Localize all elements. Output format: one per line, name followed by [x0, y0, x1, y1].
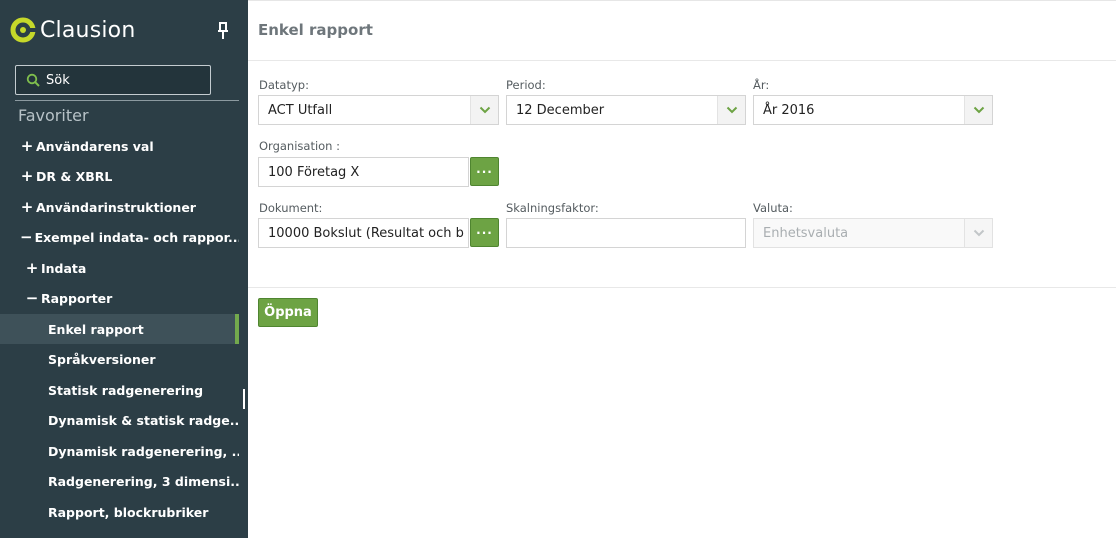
- sidebar-item-sprakversioner[interactable]: Språkversioner: [0, 344, 239, 374]
- header-divider: [248, 60, 1116, 61]
- chevron-down-icon: [964, 219, 992, 247]
- dokument-lookup-button[interactable]: ···: [470, 218, 499, 247]
- main-content: Enkel rapport Datatyp: ACT Utfall Period…: [248, 0, 1116, 538]
- chevron-down-icon[interactable]: [964, 96, 992, 124]
- sidebar-item-label: Språkversioner: [48, 351, 156, 367]
- sidebar-item-label: DR & XBRL: [36, 168, 113, 184]
- sidebar-item-label: Dynamisk & statisk radge...: [48, 412, 239, 428]
- search-box: [15, 65, 211, 95]
- ar-select[interactable]: År 2016: [753, 95, 993, 125]
- sidebar-item-label: Exempel indata- och rappor...: [34, 229, 239, 245]
- ar-value: År 2016: [763, 102, 815, 118]
- dokument-label: Dokument:: [259, 201, 323, 215]
- page-title: Enkel rapport: [258, 21, 373, 39]
- sidebar-item-label: Radgenerering, 3 dimensi...: [48, 473, 239, 489]
- valuta-select: Enhetsvaluta: [753, 218, 993, 248]
- organisation-value: 100 Företag X: [268, 164, 360, 180]
- period-value: 12 December: [516, 102, 605, 118]
- sidebar-item-statisk-radgenerering[interactable]: Statisk radgenerering: [0, 375, 239, 405]
- period-select[interactable]: 12 December: [506, 95, 746, 125]
- sidebar-divider: [15, 100, 239, 101]
- sidebar-item-label: Enkel rapport: [48, 321, 144, 337]
- expand-icon: +: [25, 259, 39, 277]
- favorites-title: Favoriter: [18, 106, 89, 125]
- dokument-value: 10000 Bokslut (Resultat och b: [268, 225, 464, 241]
- organisation-label: Organisation :: [259, 139, 341, 153]
- sidebar-item-anvandarens-val[interactable]: + Användarens val: [0, 131, 239, 161]
- datatyp-select[interactable]: ACT Utfall: [258, 95, 499, 125]
- valuta-value: Enhetsvaluta: [763, 225, 849, 241]
- sidebar-item-blockrubriker[interactable]: Rapport, blockrubriker: [0, 497, 239, 527]
- organisation-lookup-button[interactable]: ···: [470, 157, 499, 186]
- sidebar: Clausion Favoriter + Användarens val + D…: [0, 0, 248, 538]
- pin-icon[interactable]: [216, 22, 230, 40]
- logo-icon: [10, 17, 36, 43]
- form-divider: [248, 287, 1116, 288]
- sidebar-item-anvandarinstruktioner[interactable]: + Användarinstruktioner: [0, 192, 239, 222]
- logo-text: Clausion: [40, 17, 136, 43]
- skalningsfaktor-label: Skalningsfaktor:: [506, 201, 599, 215]
- organisation-field[interactable]: 100 Företag X: [258, 157, 469, 187]
- sidebar-item-dr-xbrl[interactable]: + DR & XBRL: [0, 161, 239, 191]
- dokument-field[interactable]: 10000 Bokslut (Resultat och b: [258, 218, 469, 248]
- search-input[interactable]: [46, 72, 196, 88]
- sidebar-item-label: Användarens val: [36, 138, 154, 154]
- sidebar-item-label: Indata: [41, 260, 87, 276]
- period-label: Period:: [506, 78, 546, 92]
- sidebar-item-label: Dynamisk radgenerering, ...: [48, 443, 239, 459]
- ar-label: År:: [753, 78, 770, 92]
- sidebar-item-label: Användarinstruktioner: [36, 199, 196, 215]
- sidebar-scrollbar[interactable]: [243, 389, 245, 409]
- expand-icon: +: [20, 137, 34, 155]
- skalningsfaktor-input[interactable]: [506, 218, 746, 248]
- sidebar-item-label: Statisk radgenerering: [48, 382, 204, 398]
- expand-icon: +: [20, 167, 34, 185]
- expand-icon: +: [20, 198, 34, 216]
- chevron-down-icon[interactable]: [470, 96, 498, 124]
- sidebar-item-exempel[interactable]: − Exempel indata- och rappor...: [0, 222, 239, 252]
- collapse-icon: −: [20, 228, 33, 246]
- valuta-label: Valuta:: [753, 201, 793, 215]
- sidebar-item-label: Rapporter: [41, 290, 113, 306]
- datatyp-label: Datatyp:: [259, 78, 309, 92]
- sidebar-item-enkel-rapport[interactable]: Enkel rapport: [0, 314, 239, 344]
- sidebar-item-label: Rapport, blockrubriker: [48, 504, 209, 520]
- open-button[interactable]: Öppna: [258, 298, 318, 327]
- chevron-down-icon[interactable]: [717, 96, 745, 124]
- sidebar-item-rapporter[interactable]: − Rapporter: [0, 283, 239, 313]
- sidebar-item-dynamisk-statisk[interactable]: Dynamisk & statisk radge...: [0, 405, 239, 435]
- sidebar-item-dynamisk-radgenerering[interactable]: Dynamisk radgenerering, ...: [0, 436, 239, 466]
- collapse-icon: −: [25, 289, 39, 307]
- datatyp-value: ACT Utfall: [268, 102, 333, 118]
- app-logo[interactable]: Clausion: [10, 14, 135, 46]
- search-icon: [26, 73, 40, 87]
- sidebar-item-radgenerering-3dim[interactable]: Radgenerering, 3 dimensi...: [0, 466, 239, 496]
- sidebar-item-indata[interactable]: + Indata: [0, 253, 239, 283]
